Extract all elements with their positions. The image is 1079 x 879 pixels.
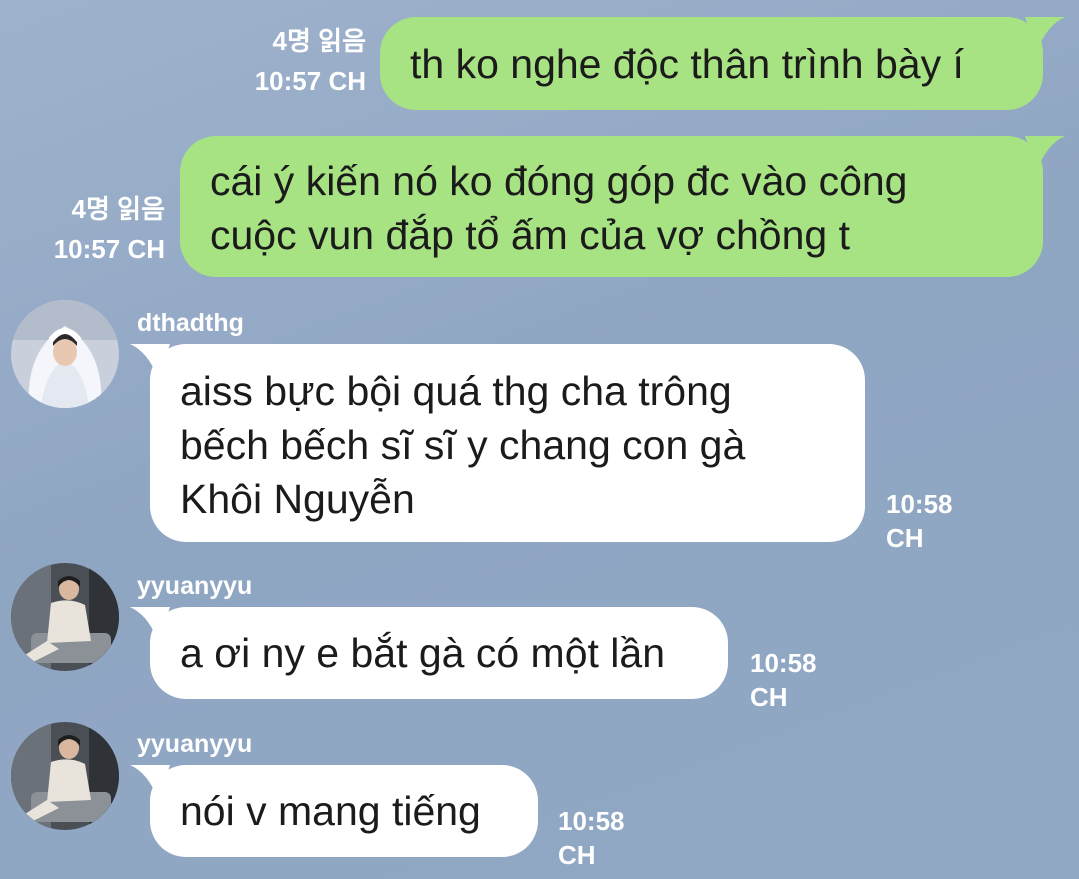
sender-name: dthadthg <box>137 309 244 337</box>
bubble-tail <box>1025 136 1065 170</box>
message-time: 10:58 CH <box>750 648 817 712</box>
message-time: 10:58 CH <box>558 806 625 870</box>
avatar[interactable] <box>11 563 119 671</box>
chat-view[interactable]: 4명 읽음 10:57 CH th ko nghe độc thân trình… <box>0 0 1079 879</box>
avatar-yyuanyyu-icon <box>11 563 119 671</box>
message-bubble[interactable]: cái ý kiến nó ko đóng góp đc vào công cu… <box>180 136 1043 277</box>
message-bubble[interactable]: a ơi ny e bắt gà có một lần <box>150 607 728 699</box>
bubble-tail <box>130 344 170 378</box>
sender-name: yyuanyyu <box>137 572 253 600</box>
message-time: 10:57 CH <box>53 234 165 264</box>
read-receipt: 4명 읽음 <box>71 194 165 224</box>
avatar-dthadthg-icon <box>11 300 119 408</box>
message-time: 10:58 CH <box>886 489 953 553</box>
bubble-tail <box>130 607 170 641</box>
sender-name: yyuanyyu <box>137 730 253 758</box>
message-time: 10:57 CH <box>254 66 366 96</box>
avatar-yyuanyyu-icon <box>11 722 119 830</box>
read-receipt: 4명 읽음 <box>272 26 366 56</box>
message-bubble[interactable]: nói v mang tiếng <box>150 765 538 857</box>
bubble-tail <box>130 765 170 799</box>
avatar[interactable] <box>11 722 119 830</box>
bubble-tail <box>1025 17 1065 51</box>
message-bubble[interactable]: aiss bực bội quá thg cha trông bếch bếch… <box>150 344 865 542</box>
avatar[interactable] <box>11 300 119 408</box>
message-bubble[interactable]: th ko nghe độc thân trình bày í <box>380 17 1043 110</box>
